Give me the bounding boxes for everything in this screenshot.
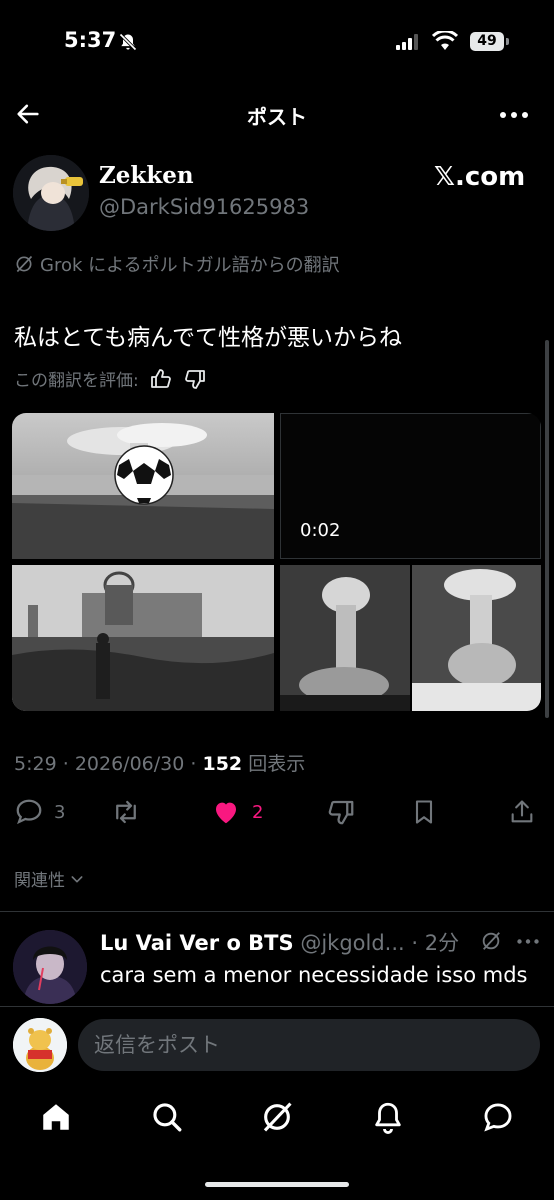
thumbs-down-icon[interactable] [183,367,207,391]
wifi-icon [432,31,458,50]
translation-note: Grok によるポルトガル語からの翻訳 [14,251,340,277]
reply-input[interactable] [78,1019,540,1071]
reply-dot: · [411,931,419,955]
heart-icon [216,802,236,824]
user-handle[interactable]: @DarkSid91625983 [99,195,309,219]
battery-indicator: 49 [470,32,504,51]
repost-button[interactable] [110,797,142,827]
translation-note-text: Grok によるポルトガル語からの翻訳 [40,255,340,276]
notifications-icon[interactable] [371,1100,405,1134]
search-icon[interactable] [150,1100,184,1134]
reply-icon [16,799,42,825]
chevron-down-icon [71,875,83,882]
views-count: 152 [202,753,243,775]
bookmark-button[interactable] [410,797,438,827]
reply-button[interactable]: 3 [14,797,65,827]
home-icon[interactable] [39,1100,73,1134]
user-name[interactable]: Zekken [99,162,194,189]
divider [0,1006,554,1007]
grok-icon[interactable] [260,1100,294,1134]
reply-avatar[interactable] [13,930,87,1004]
meta-separator: · [190,753,203,775]
bookmark-icon [415,800,433,824]
meta-separator: · [62,753,75,775]
share-button[interactable] [508,797,536,827]
sort-relevance-dropdown[interactable]: 関連性 [14,866,85,891]
photo-mushroom-cloud-1[interactable] [280,565,410,711]
home-indicator [205,1182,349,1187]
video-thumbnail[interactable]: 0:02 [280,413,541,559]
translation-rating: この翻訳を評価: [14,366,207,391]
reply-user-handle[interactable]: @jkgold... [300,931,404,955]
photo-mushroom-cloud-2[interactable] [412,565,541,711]
views-label: 回表示 [248,753,306,775]
relevance-label: 関連性 [14,871,65,891]
post-time: 5:29 [14,753,57,775]
reply-time: 2分 [424,931,460,955]
grok-icon[interactable] [480,930,502,952]
messages-icon[interactable] [481,1100,515,1134]
rate-prompt: この翻訳を評価: [14,371,139,391]
like-count: 2 [252,801,264,823]
post-date: 2026/06/30 [74,753,185,775]
post-text: 私はとても病んでて性格が悪いからね [14,325,403,351]
photo-dome-ruins[interactable] [12,565,274,711]
my-avatar[interactable] [13,1018,67,1072]
reply-user-name[interactable]: Lu Vai Ver o BTS [100,931,294,955]
status-time: 5:37 [64,28,117,52]
media-grid: 0:02 [12,413,541,711]
post-actions: 3 2 [0,797,554,837]
photo-harbor-explosion[interactable] [12,413,274,559]
battery-tip [506,38,509,45]
scrollbar[interactable] [545,340,549,718]
repost-icon [116,800,136,824]
divider [0,911,554,912]
thumbs-down-icon [328,800,354,825]
video-duration: 0:02 [300,520,341,541]
thumbs-up-icon[interactable] [149,367,173,391]
signal-icon [396,34,418,50]
more-icon[interactable] [500,112,528,118]
post-meta: 5:29 · 2026/06/30 · 152 回表示 [14,749,305,776]
brand-label: 𝕏.com [434,162,526,192]
reply-text: cara sem a menor necessidade isso mds [100,963,528,987]
bell-off-icon [119,33,137,51]
share-icon [511,800,533,823]
more-icon[interactable] [517,939,539,944]
like-button[interactable]: 2 [210,797,263,827]
grok-icon [16,255,33,273]
reply-count: 3 [54,801,66,823]
reply-header: Lu Vai Ver o BTS @jkgold... · 2分 [100,927,459,957]
avatar[interactable] [13,155,89,231]
page-title: ポスト [247,105,307,129]
dislike-button[interactable] [326,797,356,827]
